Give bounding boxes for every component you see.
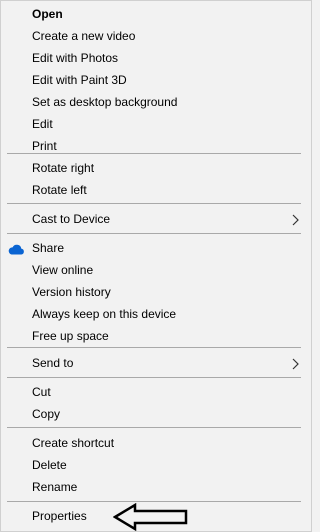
menu-item-cast-to-device[interactable]: Cast to Device [1, 208, 311, 230]
menu-item-label: Copy [32, 407, 61, 421]
menu-separator [7, 153, 301, 154]
menu-item-label: Rotate left [32, 183, 87, 197]
menu-item-cut[interactable]: Cut [1, 381, 311, 403]
menu-item-label: Properties [32, 509, 87, 523]
menu-item-create-shortcut[interactable]: Create shortcut [1, 432, 311, 454]
menu-item-label: Rotate right [32, 161, 95, 175]
menu-item-free-up-space[interactable]: Free up space [1, 325, 311, 347]
menu-item-version-history[interactable]: Version history [1, 281, 311, 303]
menu-item-label: Cut [32, 385, 51, 399]
menu-item-label: Create shortcut [32, 436, 115, 450]
menu-item-share[interactable]: Share [1, 237, 311, 259]
menu-item-label: Rename [32, 480, 78, 494]
menu-item-label: Always keep on this device [32, 307, 177, 321]
menu-item-view-online[interactable]: View online [1, 259, 311, 281]
menu-separator [7, 501, 301, 502]
menu-item-open[interactable]: Open [1, 3, 311, 25]
menu-item-label: Share [32, 241, 65, 255]
menu-item-label: Send to [32, 356, 74, 370]
menu-item-edit-with-paint-3d[interactable]: Edit with Paint 3D [1, 69, 311, 91]
menu-item-delete[interactable]: Delete [1, 454, 311, 476]
menu-item-edit[interactable]: Edit [1, 113, 311, 135]
chevron-right-icon [292, 214, 299, 226]
menu-separator [7, 347, 301, 348]
menu-item-label: Cast to Device [32, 212, 111, 226]
menu-separator [7, 377, 301, 378]
menu-item-edit-with-photos[interactable]: Edit with Photos [1, 47, 311, 69]
menu-item-label: Edit with Paint 3D [32, 73, 127, 87]
menu-separator [7, 233, 301, 234]
menu-item-label: Delete [32, 458, 67, 472]
menu-item-label: Free up space [32, 329, 109, 343]
cloud-icon [8, 244, 24, 255]
menu-item-rotate-right[interactable]: Rotate right [1, 157, 311, 179]
chevron-right-icon [292, 358, 299, 370]
menu-item-rename[interactable]: Rename [1, 476, 311, 498]
menu-item-rotate-left[interactable]: Rotate left [1, 179, 311, 201]
menu-item-always-keep-on-device[interactable]: Always keep on this device [1, 303, 311, 325]
menu-item-label: Edit [32, 117, 53, 131]
menu-item-label: Set as desktop background [32, 95, 178, 109]
arrow-left-annotation [113, 503, 188, 531]
menu-item-label: Open [32, 7, 63, 21]
menu-item-label: Version history [32, 285, 111, 299]
menu-item-send-to[interactable]: Send to [1, 352, 311, 374]
menu-separator [7, 427, 301, 428]
context-menu: Open Create a new video Edit with Photos… [0, 0, 312, 532]
menu-item-create-new-video[interactable]: Create a new video [1, 25, 311, 47]
menu-item-label: Create a new video [32, 29, 136, 43]
menu-item-copy[interactable]: Copy [1, 403, 311, 425]
menu-item-label: View online [32, 263, 94, 277]
menu-item-set-desktop-background[interactable]: Set as desktop background [1, 91, 311, 113]
menu-separator [7, 203, 301, 204]
menu-item-label: Edit with Photos [32, 51, 119, 65]
